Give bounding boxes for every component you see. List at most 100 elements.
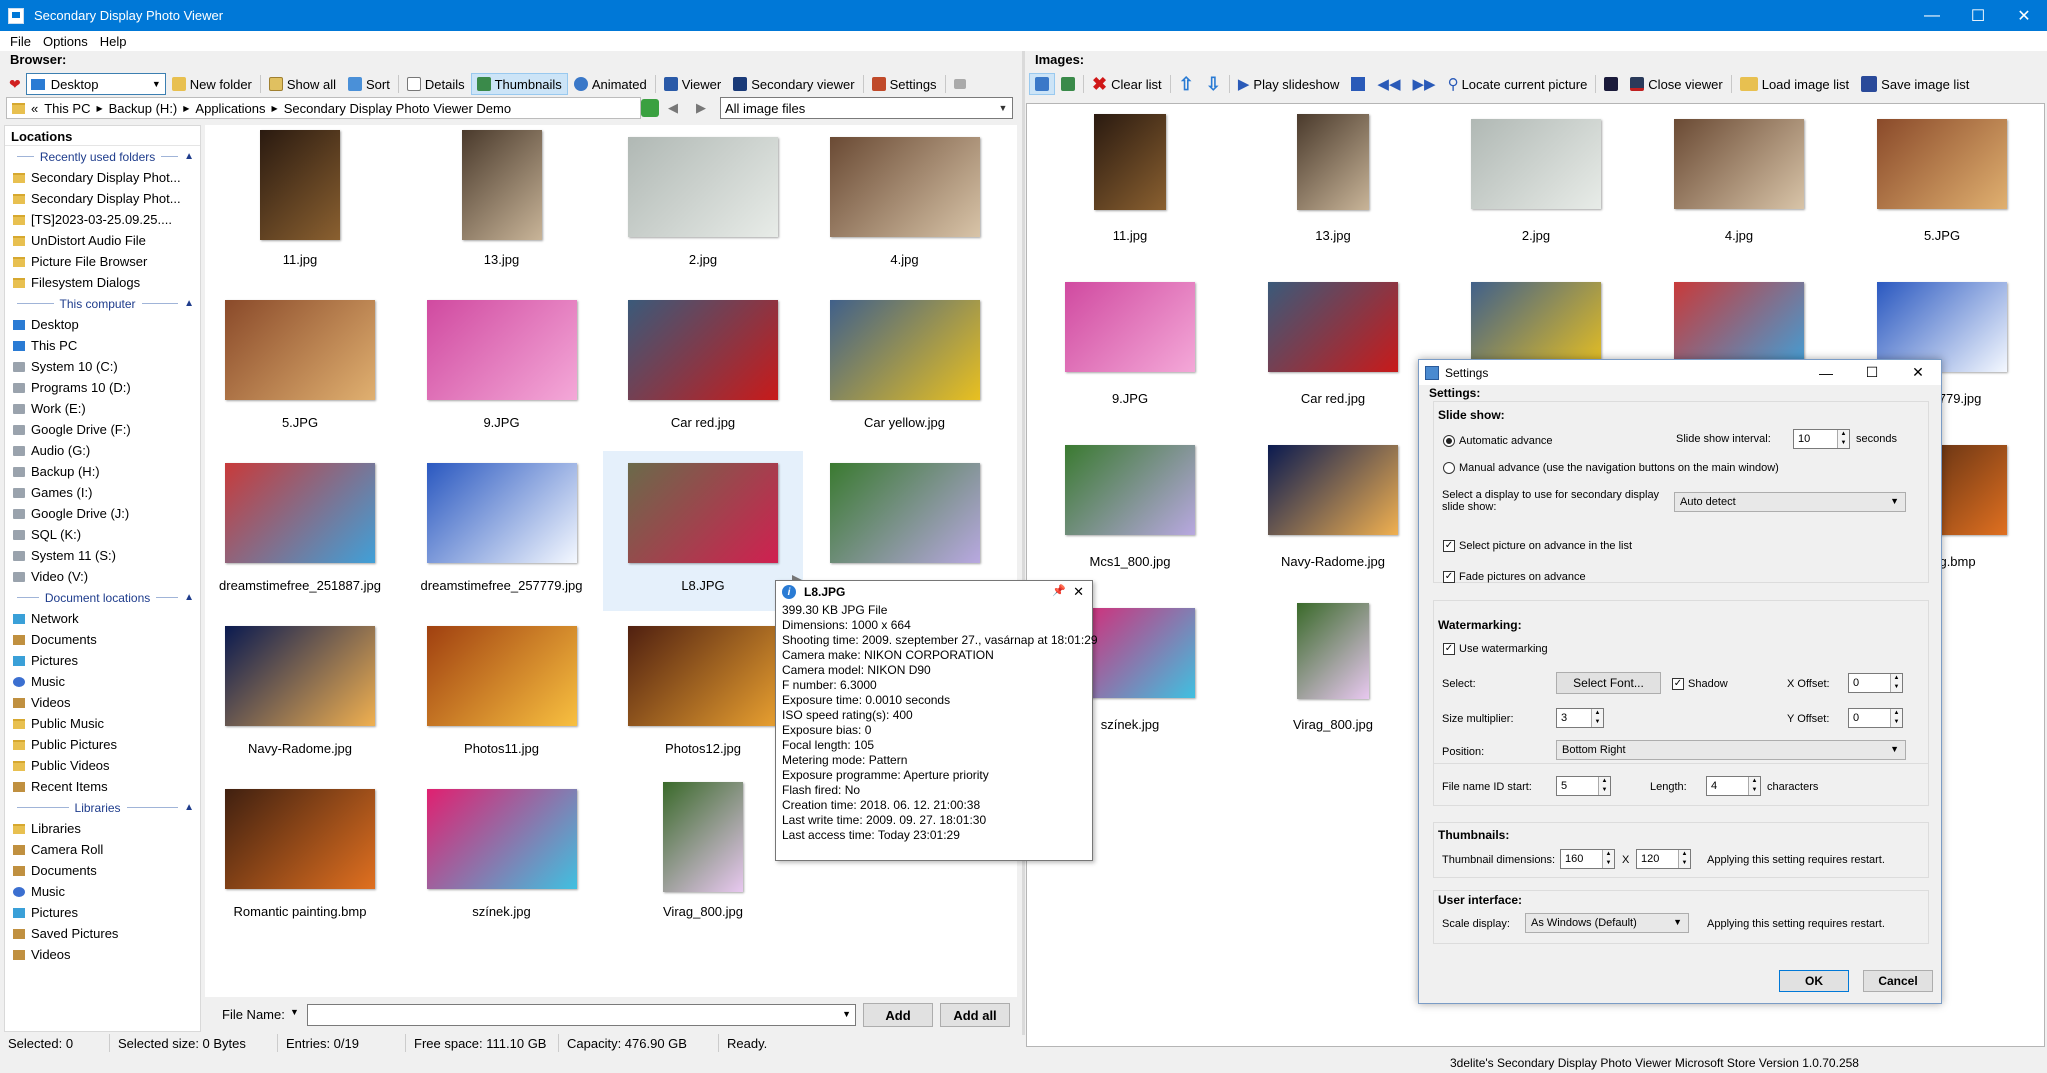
breadcrumb-this-pc[interactable]: This PC	[44, 101, 90, 116]
file-name-history-icon[interactable]: ▼	[290, 1007, 299, 1017]
location-item[interactable]: SQL (K:)	[5, 524, 200, 545]
favorites-heart-icon[interactable]: ❤	[4, 73, 26, 95]
x-offset-stepper[interactable]: 0 ▲ ▼	[1848, 673, 1903, 693]
location-item[interactable]: Pictures	[5, 650, 200, 671]
image-list-item[interactable]: 2.jpg	[1436, 104, 1636, 264]
location-item[interactable]: Public Pictures	[5, 734, 200, 755]
location-item[interactable]: Secondary Display Phot...	[5, 167, 200, 188]
size-multiplier-stepper[interactable]: 3 ▲ ▼	[1556, 708, 1604, 728]
maximize-button[interactable]: ☐	[1849, 364, 1895, 381]
shadow-checkbox[interactable]: ✓	[1672, 678, 1684, 690]
cancel-button[interactable]: Cancel	[1863, 970, 1933, 992]
location-item[interactable]: Picture File Browser	[5, 251, 200, 272]
viewer-button[interactable]: Viewer	[658, 73, 728, 95]
chevron-down-icon[interactable]: ▼	[996, 100, 1010, 116]
thumbnail-item[interactable]: színek.jpg	[402, 777, 602, 937]
play-slideshow-button[interactable]: ▶ Play slideshow	[1232, 73, 1346, 95]
save-image-list-button[interactable]: Save image list	[1855, 73, 1975, 95]
thumbnail-item[interactable]: L8.JPG	[603, 451, 803, 611]
image-list-item[interactable]: 4.jpg	[1639, 104, 1839, 264]
close-button[interactable]: ✕	[1895, 364, 1941, 381]
location-item[interactable]: System 10 (C:)	[5, 356, 200, 377]
chevron-right-icon[interactable]: ▶	[96, 104, 102, 113]
collapse-caret-icon[interactable]: ▲	[184, 802, 194, 813]
interval-stepper[interactable]: 10 ▲ ▼	[1793, 429, 1850, 449]
refresh-icon[interactable]	[641, 99, 659, 117]
location-combo[interactable]: Desktop ▼	[25, 73, 166, 95]
location-item[interactable]: Videos	[5, 944, 200, 965]
location-item[interactable]: Pictures	[5, 902, 200, 923]
thumbnail-height-stepper[interactable]: 120 ▲ ▼	[1636, 849, 1691, 869]
collapse-caret-icon[interactable]: ▲	[184, 298, 194, 309]
add-button[interactable]: Add	[863, 1003, 933, 1027]
spin-arrows-icon[interactable]: ▲ ▼	[1591, 709, 1603, 727]
chevron-down-icon[interactable]: ▼	[1890, 496, 1899, 506]
close-icon[interactable]: ✕	[1073, 584, 1084, 600]
location-item[interactable]: Network	[5, 608, 200, 629]
add-all-button[interactable]: Add all	[940, 1003, 1010, 1027]
thumbnail-item[interactable]: dreamstimefree_251887.jpg	[200, 451, 400, 611]
location-item[interactable]: Libraries	[5, 818, 200, 839]
location-item[interactable]: [TS]2023-03-25.09.25....	[5, 209, 200, 230]
show-all-button[interactable]: Show all	[263, 73, 342, 95]
thumbnail-item[interactable]: 9.JPG	[402, 288, 602, 448]
collapse-caret-icon[interactable]: ▲	[184, 592, 194, 603]
grid-view-icon[interactable]	[1029, 73, 1055, 95]
location-item[interactable]: Public Music	[5, 713, 200, 734]
spin-arrows-icon[interactable]: ▲ ▼	[1602, 850, 1614, 868]
fade-pictures-checkbox[interactable]: ✓	[1443, 571, 1455, 583]
minimize-button[interactable]: —	[1909, 0, 1955, 31]
close-viewer-button[interactable]: Close viewer	[1624, 73, 1728, 95]
thumbnail-item[interactable]: 13.jpg	[402, 125, 602, 285]
locate-current-picture-button[interactable]: ⚲ Locate current picture	[1442, 73, 1594, 95]
eject-icon[interactable]	[948, 73, 976, 95]
location-item[interactable]: UnDistort Audio File	[5, 230, 200, 251]
location-item[interactable]: Music	[5, 671, 200, 692]
spin-arrows-icon[interactable]: ▲ ▼	[1890, 709, 1902, 727]
forward-arrow-icon[interactable]: ▶	[696, 100, 706, 116]
sort-button[interactable]: Sort	[342, 73, 396, 95]
thumbnail-item[interactable]: 5.JPG	[200, 288, 400, 448]
position-select[interactable]: Bottom Right ▼	[1556, 740, 1906, 760]
location-item[interactable]: Work (E:)	[5, 398, 200, 419]
chevron-down-icon[interactable]: ▼	[1673, 917, 1682, 927]
location-item[interactable]: Backup (H:)	[5, 461, 200, 482]
minimize-button[interactable]: —	[1803, 365, 1849, 381]
thumbnail-item[interactable]: 11.jpg	[200, 125, 400, 285]
image-list-item[interactable]: Car red.jpg	[1233, 267, 1433, 427]
chevron-right-icon[interactable]: ▶	[183, 104, 189, 113]
use-watermarking-checkbox[interactable]: ✓	[1443, 643, 1455, 655]
collapse-caret-icon[interactable]: ▲	[184, 151, 194, 162]
breadcrumb-demo-folder[interactable]: Secondary Display Photo Viewer Demo	[284, 101, 511, 116]
move-down-icon[interactable]: ⇩	[1200, 73, 1227, 95]
image-list-item[interactable]: 13.jpg	[1233, 104, 1433, 264]
back-arrow-icon[interactable]: ◀	[668, 100, 678, 116]
details-button[interactable]: Details	[401, 73, 471, 95]
previous-icon[interactable]: ◀◀	[1371, 73, 1406, 95]
thumbnail-item[interactable]: Car yellow.jpg	[805, 288, 1005, 448]
breadcrumb-applications[interactable]: Applications	[195, 101, 265, 116]
chevron-down-icon[interactable]: ▼	[842, 1009, 851, 1019]
spin-arrows-icon[interactable]: ▲ ▼	[1748, 777, 1760, 795]
location-item[interactable]: System 11 (S:)	[5, 545, 200, 566]
file-name-input[interactable]: ▼	[307, 1004, 856, 1026]
select-picture-checkbox[interactable]: ✓	[1443, 540, 1455, 552]
thumbnail-width-stepper[interactable]: 160 ▲ ▼	[1560, 849, 1615, 869]
thumbnails-button[interactable]: Thumbnails	[470, 73, 568, 95]
location-item[interactable]: Recent Items	[5, 776, 200, 797]
image-list-item[interactable]: Mcs1_800.jpg	[1030, 430, 1230, 590]
location-item[interactable]: This PC	[5, 335, 200, 356]
y-offset-stepper[interactable]: 0 ▲ ▼	[1848, 708, 1903, 728]
location-item[interactable]: Audio (G:)	[5, 440, 200, 461]
spin-arrows-icon[interactable]: ▲ ▼	[1598, 777, 1610, 795]
image-list-item[interactable]: Navy-Radome.jpg	[1233, 430, 1433, 590]
location-item[interactable]: Programs 10 (D:)	[5, 377, 200, 398]
chevron-down-icon[interactable]: ▼	[1890, 744, 1899, 754]
load-image-list-button[interactable]: Load image list	[1734, 73, 1855, 95]
menu-file[interactable]: File	[4, 34, 37, 49]
chevron-right-icon[interactable]: ▶	[272, 104, 278, 113]
locations-group-header[interactable]: This computer ▲	[5, 293, 200, 314]
chevron-down-icon[interactable]: ▼	[152, 79, 161, 89]
file-type-filter[interactable]: All image files ▼	[720, 97, 1013, 119]
breadcrumb-overflow[interactable]: «	[31, 101, 38, 116]
